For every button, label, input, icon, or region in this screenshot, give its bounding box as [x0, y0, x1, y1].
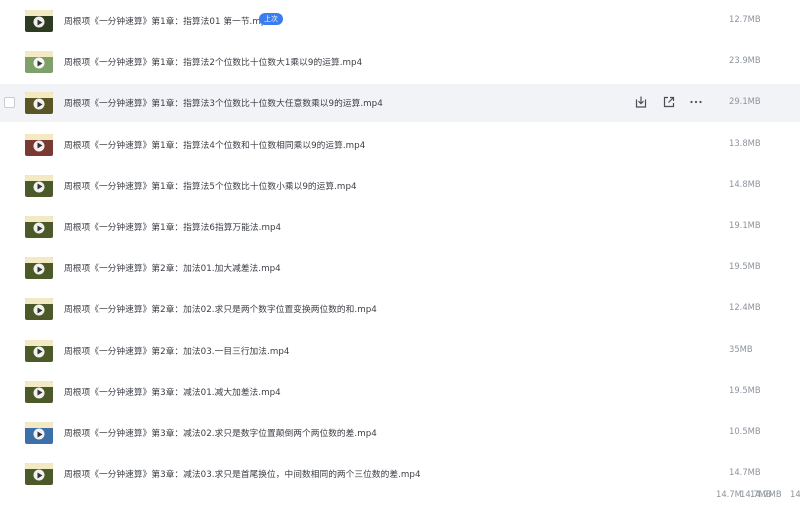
- file-row[interactable]: 周根项《一分钟速算》第2章：加法03.一目三行加法.mp4 35MB: [0, 332, 800, 370]
- file-size: 29.1MB: [729, 96, 761, 107]
- video-thumbnail[interactable]: [25, 133, 53, 156]
- play-icon: [33, 57, 45, 69]
- file-size: 23.9MB: [729, 55, 761, 66]
- more-icon[interactable]: [689, 95, 703, 109]
- video-thumbnail[interactable]: [25, 216, 53, 238]
- file-row[interactable]: 周根项《一分钟速算》第1章：指算法5个位数比十位数小乘以9的运算.mp4 14.8…: [0, 167, 800, 205]
- play-icon: [33, 16, 45, 28]
- share-icon[interactable]: [662, 95, 676, 109]
- play-icon: [33, 428, 45, 440]
- row-actions: [632, 95, 712, 111]
- file-name[interactable]: 周根项《一分钟速算》第1章：指算法3个位数比十位数大任意数乘以9的运算.mp4: [64, 96, 383, 109]
- row-checkbox[interactable]: [4, 97, 15, 109]
- file-row[interactable]: 周根项《一分钟速算》第1章：指算法4个位数和十位数相同乘以9的运算.mp4 13.…: [0, 126, 800, 164]
- file-row[interactable]: 周根项《一分钟速算》第2章：加法02.求只是两个数字位置变换两位数的和.mp4 1…: [0, 290, 800, 328]
- file-name[interactable]: 周根项《一分钟速算》第2章：加法02.求只是两个数字位置变换两位数的和.mp4: [64, 302, 377, 315]
- video-thumbnail[interactable]: [25, 92, 53, 115]
- file-row[interactable]: 周根项《一分钟速算》第3章：减法01.减大加差法.mp4 19.5MB: [0, 373, 800, 411]
- file-size: 35MB: [729, 343, 753, 354]
- file-row[interactable]: 周根项《一分钟速算》第1章：指算法3个位数比十位数大任意数乘以9的运算.mp4 2…: [0, 84, 800, 123]
- overflow-size-text: 14.7M: [716, 489, 742, 499]
- video-thumbnail[interactable]: [25, 422, 53, 444]
- file-name[interactable]: 周根项《一分钟速算》第3章：减法03.求只是首尾换位，中间数相同的两个三位数的差…: [64, 467, 421, 480]
- file-row[interactable]: 周根项《一分钟速算》第1章：指算法01 第一节.mp4 上次 12.7MB: [0, 2, 800, 40]
- file-name[interactable]: 周根项《一分钟速算》第1章：指算法01 第一节.mp4: [64, 14, 272, 27]
- last-viewed-badge: 上次: [259, 13, 283, 25]
- play-icon: [33, 387, 45, 399]
- file-size: 12.7MB: [729, 14, 761, 24]
- play-icon: [33, 222, 45, 234]
- video-thumbnail[interactable]: [25, 174, 53, 197]
- file-name[interactable]: 周根项《一分钟速算》第3章：减法01.减大加差法.mp4: [64, 385, 281, 398]
- video-thumbnail[interactable]: [25, 339, 53, 362]
- overflow-size-text: 14.: [790, 489, 800, 499]
- file-size: 19.5MB: [729, 261, 761, 272]
- video-thumbnail[interactable]: [25, 298, 53, 321]
- file-name[interactable]: 周根项《一分钟速算》第1章：指算法5个位数比十位数小乘以9的运算.mp4: [64, 179, 357, 192]
- file-row[interactable]: 周根项《一分钟速算》第1章：指算法2个位数比十位数大1乘以9的运算.mp4 23.…: [0, 43, 800, 81]
- file-name[interactable]: 周根项《一分钟速算》第2章：加法01.加大减差法.mp4: [64, 261, 281, 274]
- file-size: 13.8MB: [729, 137, 761, 148]
- file-name[interactable]: 周根项《一分钟速算》第1章：指算法6指算万能法.mp4: [64, 220, 281, 233]
- file-name[interactable]: 周根项《一分钟速算》第1章：指算法4个位数和十位数相同乘以9的运算.mp4: [64, 138, 365, 151]
- file-size: 10.5MB: [729, 426, 761, 436]
- file-row[interactable]: 周根项《一分钟速算》第3章：减法02.求只是数字位置颠倒两个两位数的差.mp4 1…: [0, 414, 800, 452]
- file-row[interactable]: 周根项《一分钟速算》第2章：加法01.加大减差法.mp4 19.5MB: [0, 249, 800, 287]
- overflow-size-text: 14.7MB: [750, 489, 782, 499]
- file-name[interactable]: 周根项《一分钟速算》第2章：加法03.一目三行加法.mp4: [64, 344, 290, 357]
- play-icon: [33, 469, 45, 481]
- file-size: 12.4MB: [729, 302, 761, 313]
- video-thumbnail[interactable]: [25, 380, 53, 403]
- play-icon: [33, 181, 45, 193]
- file-size: 19.5MB: [729, 384, 761, 395]
- video-thumbnail[interactable]: [25, 257, 53, 280]
- file-size: 14.8MB: [729, 178, 761, 189]
- video-thumbnail[interactable]: [25, 10, 53, 32]
- file-size: 19.1MB: [729, 220, 761, 230]
- download-icon[interactable]: [634, 95, 648, 109]
- play-icon: [33, 140, 45, 152]
- video-thumbnail[interactable]: [25, 51, 53, 74]
- play-icon: [33, 304, 45, 316]
- file-size: 14.7MB: [729, 467, 761, 478]
- file-name[interactable]: 周根项《一分钟速算》第1章：指算法2个位数比十位数大1乘以9的运算.mp4: [64, 55, 362, 68]
- play-icon: [33, 98, 45, 110]
- file-name[interactable]: 周根项《一分钟速算》第3章：减法02.求只是数字位置颠倒两个两位数的差.mp4: [64, 426, 377, 439]
- video-thumbnail[interactable]: [25, 463, 53, 486]
- file-row[interactable]: 周根项《一分钟速算》第1章：指算法6指算万能法.mp4 19.1MB: [0, 208, 800, 246]
- play-icon: [33, 346, 45, 358]
- play-icon: [33, 263, 45, 275]
- file-row[interactable]: 周根项《一分钟速算》第3章：减法03.求只是首尾换位，中间数相同的两个三位数的差…: [0, 455, 800, 493]
